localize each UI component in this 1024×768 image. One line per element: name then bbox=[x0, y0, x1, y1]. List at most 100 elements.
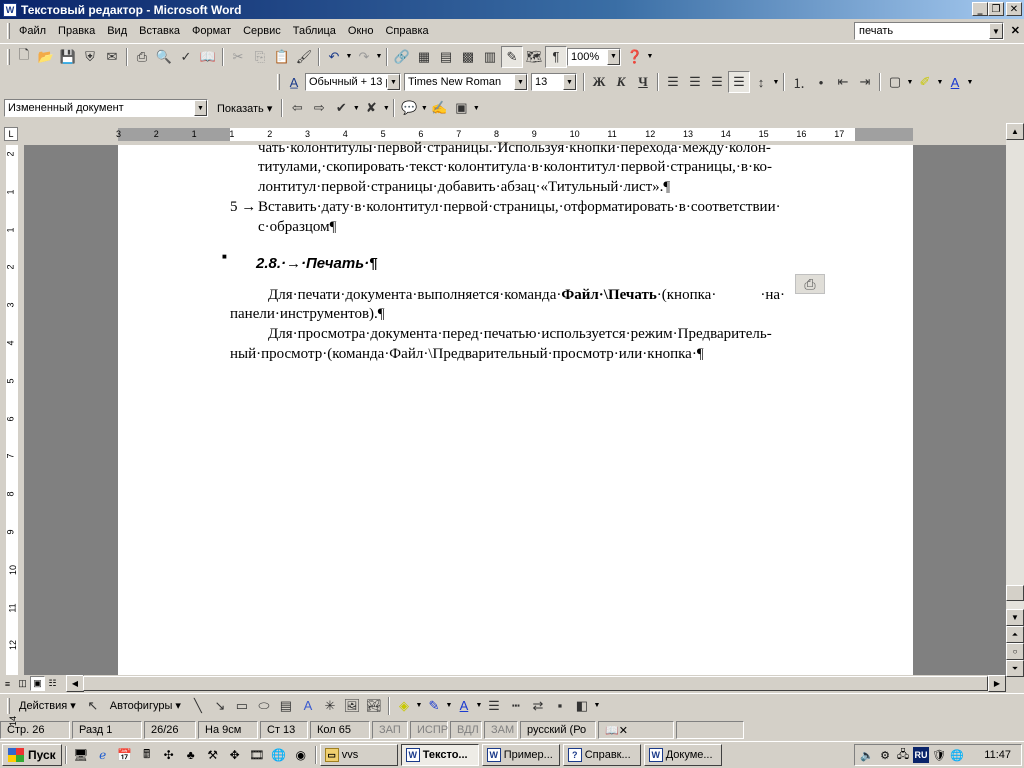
chevron-down-icon[interactable]: ▼ bbox=[375, 53, 383, 60]
status-track[interactable]: ИСПР bbox=[410, 721, 448, 739]
network-tray-icon[interactable]: 🖧 bbox=[895, 747, 911, 763]
chevron-down-icon[interactable]: ▼ bbox=[345, 53, 353, 60]
arrow-style-icon[interactable]: ⇄ bbox=[527, 695, 549, 717]
status-record[interactable]: ЗАП bbox=[372, 721, 408, 739]
menu-view[interactable]: Вид bbox=[101, 23, 133, 39]
chevron-down-icon[interactable]: ▼ bbox=[607, 48, 620, 65]
dash-style-icon[interactable]: ┅ bbox=[505, 695, 527, 717]
previous-change-icon[interactable]: ⇦ bbox=[286, 97, 308, 119]
justify-icon[interactable]: ☰ bbox=[728, 71, 750, 93]
chevron-down-icon[interactable]: ▼ bbox=[420, 105, 428, 112]
document-page[interactable]: чать·колонтитулы·первой·страницы.·Исполь… bbox=[118, 140, 913, 675]
show-formatting-icon[interactable]: ¶ bbox=[545, 45, 567, 68]
rectangle-icon[interactable]: ▭ bbox=[231, 695, 253, 717]
line-style-icon[interactable]: ☰ bbox=[483, 695, 505, 717]
style-combo[interactable]: Обычный + 13 р ▼ bbox=[305, 73, 401, 91]
menu-window[interactable]: Окно bbox=[342, 23, 380, 39]
scroll-left-icon[interactable]: ◀ bbox=[66, 675, 84, 692]
copy-icon[interactable]: ⎘ bbox=[249, 46, 271, 68]
next-change-icon[interactable]: ⇨ bbox=[308, 97, 330, 119]
toolbar-grip[interactable] bbox=[7, 23, 10, 39]
chevron-down-icon[interactable]: ▼ bbox=[989, 23, 1003, 39]
highlight-icon[interactable]: ✐ bbox=[914, 71, 936, 93]
insert-comment-icon[interactable]: 💬 bbox=[398, 97, 420, 119]
menu-tools[interactable]: Сервис bbox=[237, 23, 287, 39]
close-button[interactable]: ✕ bbox=[1006, 2, 1022, 16]
network-icon[interactable]: ✣ bbox=[160, 746, 178, 764]
arrows-icon[interactable]: ✥ bbox=[226, 746, 244, 764]
chevron-down-icon[interactable]: ▼ bbox=[194, 100, 207, 116]
underline-button[interactable]: Ч bbox=[632, 71, 654, 93]
outline-view-icon[interactable]: ☷ bbox=[45, 676, 60, 691]
3d-style-icon[interactable]: ◧ bbox=[571, 695, 593, 717]
task-button[interactable]: W Пример... bbox=[481, 744, 560, 766]
accept-change-icon[interactable]: ✔ bbox=[330, 97, 352, 119]
align-right-icon[interactable]: ☰ bbox=[706, 71, 728, 93]
zoom-combo[interactable]: 100% ▼ bbox=[567, 47, 621, 66]
draw-actions-menu[interactable]: Действия ▾ bbox=[13, 697, 82, 714]
numbering-icon[interactable]: ⒈ bbox=[788, 71, 810, 93]
globe-icon[interactable]: 🌐 bbox=[270, 746, 288, 764]
increase-indent-icon[interactable]: ⇥ bbox=[854, 71, 876, 93]
menu-edit[interactable]: Правка bbox=[52, 23, 101, 39]
globe-tray-icon[interactable]: 🌐 bbox=[949, 747, 965, 763]
italic-button[interactable]: К bbox=[610, 71, 632, 93]
spelling-status-icon[interactable]: 📖✕ bbox=[598, 721, 674, 739]
web-view-icon[interactable]: ◫ bbox=[15, 676, 30, 691]
undo-icon[interactable]: ↶ bbox=[323, 46, 345, 68]
show-menu-button[interactable]: Показать ▾ bbox=[211, 100, 278, 117]
bold-button[interactable]: Ж bbox=[588, 71, 610, 93]
chevron-down-icon[interactable]: ▼ bbox=[445, 702, 453, 709]
display-for-review-combo[interactable]: Измененный документ ▼ bbox=[4, 99, 208, 117]
font-color-icon[interactable]: A bbox=[453, 695, 475, 717]
bullets-icon[interactable]: • bbox=[810, 71, 832, 93]
chevron-down-icon[interactable]: ▼ bbox=[514, 74, 527, 90]
normal-view-icon[interactable]: ≡ bbox=[0, 676, 15, 691]
borders-icon[interactable]: ▢ bbox=[884, 71, 906, 93]
task-button[interactable]: W Тексто... bbox=[400, 744, 479, 766]
new-icon[interactable]: 🗋 bbox=[13, 46, 35, 68]
format-painter-icon[interactable]: 🖌 bbox=[293, 46, 315, 68]
reviewing-pane-icon[interactable]: ▣ bbox=[450, 97, 472, 119]
calculator-icon[interactable]: 🖩 bbox=[138, 746, 156, 764]
help-icon[interactable]: ❓ bbox=[624, 46, 646, 68]
status-overtype[interactable]: ЗАМ bbox=[484, 721, 518, 739]
line-spacing-icon[interactable]: ↕ bbox=[750, 71, 772, 93]
styles-formatting-icon[interactable]: A̲ bbox=[283, 71, 305, 93]
menu-file[interactable]: Файл bbox=[13, 23, 52, 39]
drawing-icon[interactable]: ✎ bbox=[501, 45, 523, 68]
tab-selector[interactable]: L bbox=[4, 127, 18, 141]
clipart-icon[interactable]: 🖼 bbox=[341, 695, 363, 717]
chevron-down-icon[interactable]: ▼ bbox=[387, 74, 400, 90]
next-page-icon[interactable]: ⏷ bbox=[1006, 660, 1024, 677]
media-icon[interactable]: 🎞 bbox=[248, 746, 266, 764]
save-icon[interactable]: 💾 bbox=[57, 46, 79, 68]
player-icon[interactable]: ◉ bbox=[292, 746, 310, 764]
task-button[interactable]: W Докуме... bbox=[643, 744, 722, 766]
chevron-down-icon[interactable]: ▼ bbox=[646, 53, 654, 60]
chevron-down-icon[interactable]: ▼ bbox=[382, 105, 390, 112]
chevron-down-icon[interactable]: ▼ bbox=[936, 79, 944, 86]
outlook-icon[interactable]: 📅 bbox=[116, 746, 134, 764]
vertical-scrollbar[interactable]: ▲ ▼ ⏶ ○ ⏷ bbox=[1006, 123, 1024, 677]
align-center-icon[interactable]: ☰ bbox=[684, 71, 706, 93]
chevron-down-icon[interactable]: ▼ bbox=[966, 79, 974, 86]
minimize-button[interactable]: _ bbox=[972, 2, 988, 16]
insert-table-icon[interactable]: ▤ bbox=[435, 46, 457, 68]
toolbar-grip[interactable] bbox=[277, 74, 280, 90]
spelling-icon[interactable]: ✓ bbox=[175, 46, 197, 68]
scroll-thumb[interactable] bbox=[1006, 585, 1024, 601]
scroll-right-icon[interactable]: ▶ bbox=[988, 675, 1006, 692]
chevron-down-icon[interactable]: ▼ bbox=[472, 105, 480, 112]
ie-icon[interactable]: ℯ bbox=[94, 746, 112, 764]
arrow-icon[interactable]: ↘ bbox=[209, 695, 231, 717]
email-icon[interactable]: ✉ bbox=[101, 46, 123, 68]
tool-icon[interactable]: ⚒ bbox=[204, 746, 222, 764]
desktop-icon[interactable]: 🖥 bbox=[72, 746, 90, 764]
decrease-indent-icon[interactable]: ⇤ bbox=[832, 71, 854, 93]
menu-format[interactable]: Формат bbox=[186, 23, 237, 39]
start-button[interactable]: Пуск bbox=[2, 744, 62, 766]
research-icon[interactable]: 📖 bbox=[197, 46, 219, 68]
chevron-down-icon[interactable]: ▼ bbox=[906, 79, 914, 86]
language-indicator[interactable]: RU bbox=[913, 747, 929, 763]
